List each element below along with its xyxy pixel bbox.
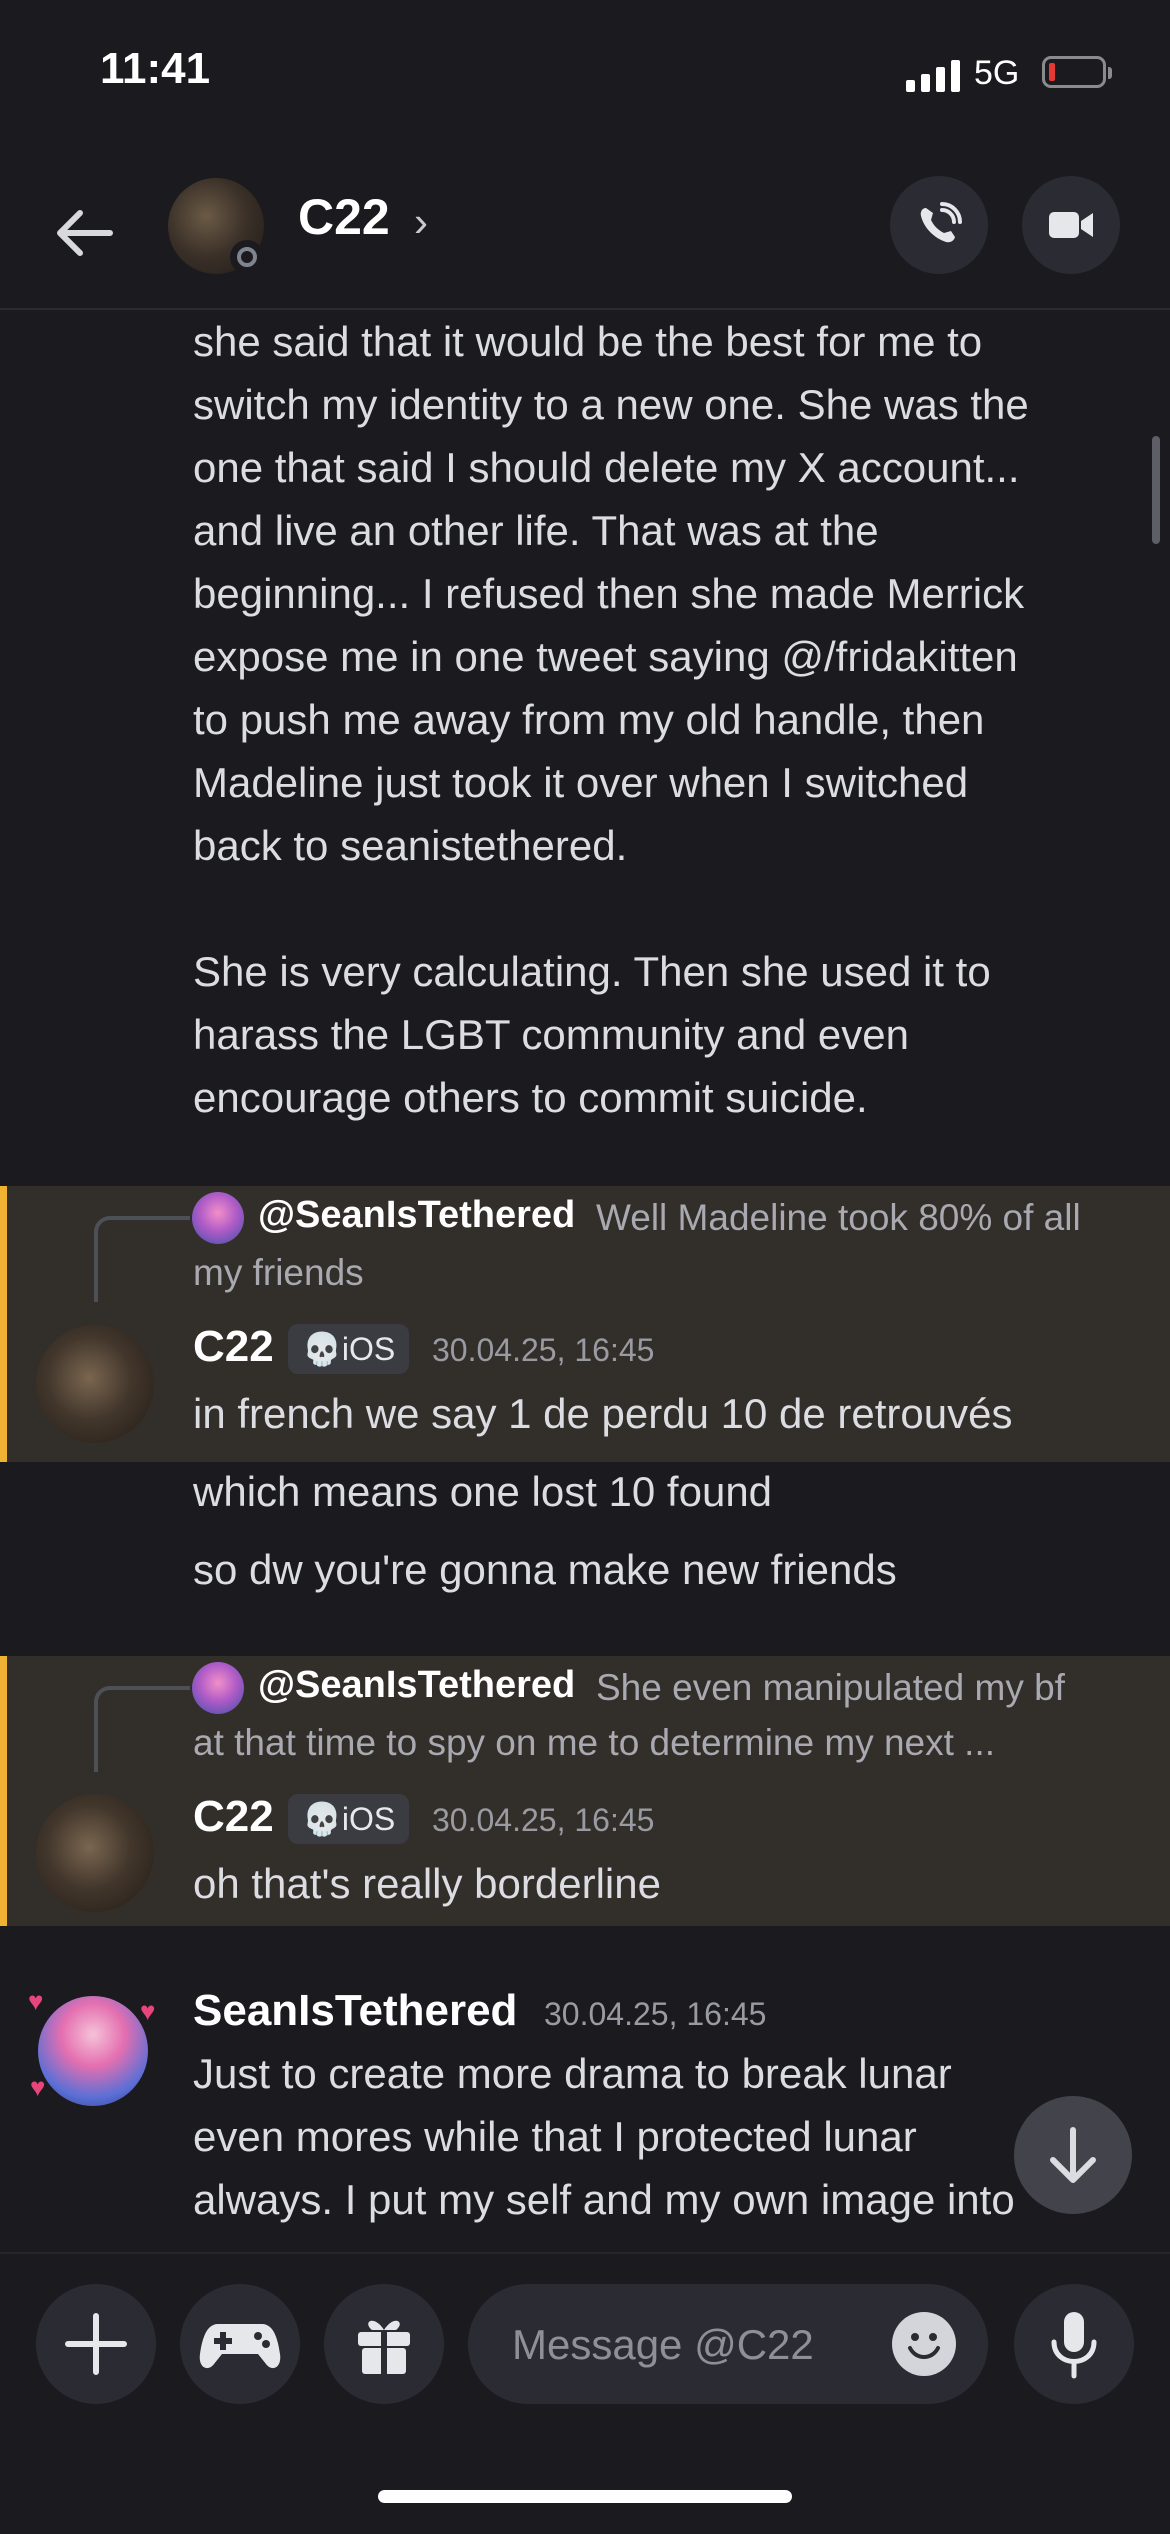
- reply-connector: [94, 1216, 190, 1302]
- reply-avatar: [192, 1662, 244, 1714]
- avatar[interactable]: [36, 1794, 154, 1912]
- video-call-button[interactable]: [1022, 176, 1120, 274]
- reply-preview[interactable]: She even manipulated my bf: [596, 1660, 1065, 1715]
- heart-icon: ♥: [28, 1986, 44, 2016]
- message-author[interactable]: C22: [193, 1792, 274, 1842]
- plus-icon: [65, 2313, 127, 2375]
- message-text: in french we say 1 de perdu 10 de retrou…: [193, 1390, 1013, 1437]
- heart-icon: ♥: [140, 1996, 156, 2026]
- activities-button[interactable]: [180, 2284, 300, 2404]
- message-author[interactable]: SeanIsTethered: [193, 1986, 517, 2036]
- add-attachment-button[interactable]: [36, 2284, 156, 2404]
- status-time: 11:41: [100, 44, 211, 93]
- message-text: which means one lost 10 found: [193, 1468, 773, 1515]
- reply-preview-cont[interactable]: my friends: [193, 1245, 364, 1300]
- battery-icon: [1042, 56, 1112, 88]
- reply-avatar: [192, 1192, 244, 1244]
- offline-status-icon: [230, 240, 264, 274]
- smiley-icon: [908, 2333, 940, 2359]
- status-bar: 11:41 5G: [0, 0, 1170, 150]
- gift-button[interactable]: [324, 2284, 444, 2404]
- microphone-icon: [1051, 2312, 1097, 2379]
- gift-icon: [358, 2320, 410, 2374]
- message-text: she said that it would be the best for m…: [193, 318, 1029, 1121]
- phone-icon: [920, 202, 962, 243]
- chevron-right-icon[interactable]: ›: [414, 198, 428, 246]
- chat-header: C22 ›: [0, 150, 1170, 310]
- message-author[interactable]: C22: [193, 1322, 274, 1372]
- reply-preview[interactable]: Well Madeline took 80% of all: [596, 1190, 1081, 1245]
- voice-call-button[interactable]: [890, 176, 988, 274]
- signal-icon: [906, 58, 960, 92]
- arrow-down-icon: [1050, 2127, 1096, 2183]
- avatar[interactable]: [36, 1325, 154, 1443]
- reply-author[interactable]: @SeanIsTethered: [258, 1664, 575, 1707]
- ios-tag-badge: 💀iOS: [288, 1324, 410, 1374]
- voice-message-button[interactable]: [1014, 2284, 1134, 2404]
- heart-icon: ♥: [30, 2072, 46, 2102]
- message-text: oh that's really borderline: [193, 1860, 661, 1907]
- scrollbar[interactable]: [1152, 436, 1160, 544]
- message-list[interactable]: she said that it would be the best for m…: [0, 310, 1170, 2252]
- back-arrow-icon[interactable]: [50, 198, 120, 268]
- ios-tag-badge: 💀iOS: [288, 1794, 410, 1844]
- video-camera-icon: [1049, 212, 1093, 238]
- chat-title[interactable]: C22: [298, 188, 390, 246]
- home-indicator: [378, 2490, 792, 2503]
- message-timestamp: 30.04.25, 16:45: [544, 1996, 767, 2032]
- reply-preview-cont[interactable]: at that time to spy on me to determine m…: [193, 1715, 995, 1770]
- message-text: Just to create more drama to break lunar…: [193, 2050, 1015, 2223]
- reply-connector: [94, 1686, 190, 1772]
- avatar[interactable]: ♥ ♥ ♥: [28, 1986, 158, 2116]
- jump-to-bottom-button[interactable]: [1014, 2096, 1132, 2214]
- message-input-box[interactable]: [468, 2284, 988, 2406]
- reply-author[interactable]: @SeanIsTethered: [258, 1194, 575, 1237]
- message-text: so dw you're gonna make new friends: [193, 1546, 897, 1593]
- gamepad-icon: [199, 2324, 281, 2369]
- emoji-button[interactable]: [892, 2312, 956, 2376]
- message-timestamp: 30.04.25, 16:45: [432, 1802, 655, 1838]
- message-input[interactable]: [510, 2284, 874, 2406]
- message-timestamp: 30.04.25, 16:45: [432, 1332, 655, 1368]
- network-type: 5G: [974, 54, 1020, 92]
